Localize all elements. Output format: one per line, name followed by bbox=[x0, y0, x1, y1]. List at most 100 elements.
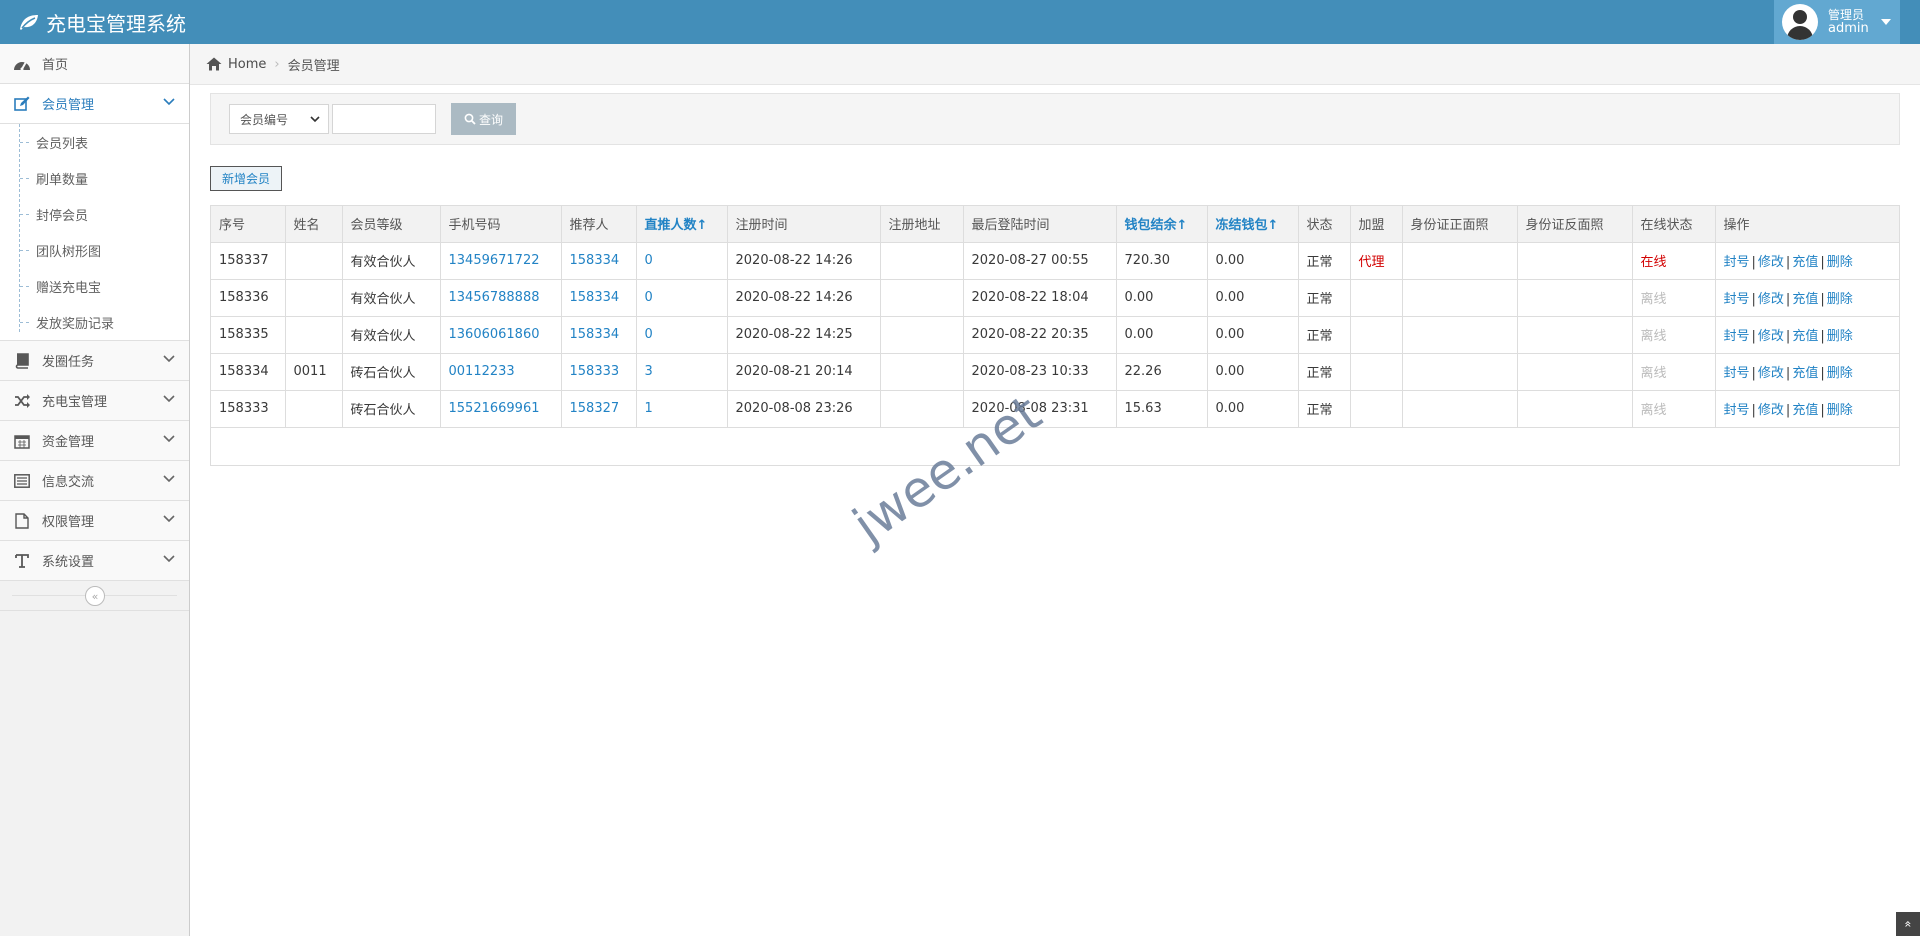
cell-reg-addr bbox=[880, 242, 964, 280]
sidebar-item-label: 资金管理 bbox=[42, 435, 95, 450]
direct-count-link[interactable]: 1 bbox=[645, 401, 653, 416]
delete-link[interactable]: 删除 bbox=[1827, 292, 1853, 307]
sidebar-item-tasks[interactable]: 发圈任务 bbox=[0, 341, 189, 381]
phone-link[interactable]: 00112233 bbox=[449, 364, 515, 379]
cell-name bbox=[285, 279, 343, 317]
edit-link[interactable]: 修改 bbox=[1758, 403, 1784, 418]
col-header-status: 状态 bbox=[1298, 206, 1351, 243]
dashboard-icon bbox=[12, 54, 32, 74]
sidebar: 首页 会员管理 会员列表 刷单数量 封停会员 团队树形图 赠送充电宝 发放奖励记… bbox=[0, 44, 190, 936]
search-input[interactable] bbox=[332, 104, 436, 134]
recharge-link[interactable]: 充值 bbox=[1792, 255, 1818, 270]
col-header-name: 姓名 bbox=[285, 206, 343, 243]
breadcrumb-home[interactable]: Home bbox=[228, 57, 266, 72]
recharge-link[interactable]: 充值 bbox=[1792, 292, 1818, 307]
edit-link[interactable]: 修改 bbox=[1758, 292, 1784, 307]
submenu-gift-powerbank[interactable]: 赠送充电宝 bbox=[0, 268, 189, 304]
ban-link[interactable]: 封号 bbox=[1724, 366, 1750, 381]
cell-online: 离线 bbox=[1632, 353, 1716, 391]
col-header-join: 加盟 bbox=[1350, 206, 1403, 243]
list-alt-icon bbox=[12, 471, 32, 491]
phone-link[interactable]: 13606061860 bbox=[449, 327, 540, 342]
cell-wallet: 15.63 bbox=[1116, 390, 1208, 428]
search-field-select[interactable]: 会员编号 bbox=[229, 104, 329, 134]
col-header-actions: 操作 bbox=[1715, 206, 1899, 243]
phone-link[interactable]: 13456788888 bbox=[449, 290, 540, 305]
direct-count-link[interactable]: 0 bbox=[645, 253, 653, 268]
scroll-top-button[interactable]: » bbox=[1896, 912, 1920, 936]
user-name: admin bbox=[1828, 21, 1869, 36]
cell-wallet: 720.30 bbox=[1116, 242, 1208, 280]
phone-link[interactable]: 13459671722 bbox=[449, 253, 540, 268]
recharge-link[interactable]: 充值 bbox=[1792, 403, 1818, 418]
col-header-referrer: 推荐人 bbox=[561, 206, 637, 243]
direct-count-link[interactable]: 0 bbox=[645, 290, 653, 305]
submenu-member-list[interactable]: 会员列表 bbox=[0, 124, 189, 160]
recharge-link[interactable]: 充值 bbox=[1792, 366, 1818, 381]
referrer-link[interactable]: 158334 bbox=[570, 253, 620, 268]
ban-link[interactable]: 封号 bbox=[1724, 255, 1750, 270]
cell-id-back bbox=[1517, 390, 1633, 428]
ban-link[interactable]: 封号 bbox=[1724, 403, 1750, 418]
search-panel: 会员编号 查询 bbox=[210, 93, 1900, 145]
brand[interactable]: 充电宝管理系统 bbox=[18, 0, 186, 44]
sidebar-item-home[interactable]: 首页 bbox=[0, 44, 189, 84]
double-angle-left-icon[interactable]: « bbox=[85, 586, 105, 606]
delete-link[interactable]: 删除 bbox=[1827, 403, 1853, 418]
referrer-link[interactable]: 158334 bbox=[570, 290, 620, 305]
cell-id: 158336 bbox=[211, 279, 286, 317]
user-menu[interactable]: 管理员 admin bbox=[1774, 0, 1900, 44]
delete-link[interactable]: 删除 bbox=[1827, 255, 1853, 270]
ban-link[interactable]: 封号 bbox=[1724, 329, 1750, 344]
member-table: 序号 姓名 会员等级 手机号码 推荐人 直推人数↑ 注册时间 注册地址 最后登陆… bbox=[211, 206, 1899, 428]
search-button-label: 查询 bbox=[478, 112, 503, 127]
phone-link[interactable]: 15521669961 bbox=[449, 401, 540, 416]
direct-count-link[interactable]: 0 bbox=[645, 327, 653, 342]
col-header-wallet-sort[interactable]: 钱包结余↑ bbox=[1116, 206, 1208, 243]
col-header-online: 在线状态 bbox=[1632, 206, 1716, 243]
book-icon bbox=[12, 351, 32, 371]
referrer-link[interactable]: 158327 bbox=[570, 401, 620, 416]
sidebar-item-label: 权限管理 bbox=[42, 515, 95, 530]
cell-reg-addr bbox=[880, 316, 964, 354]
referrer-link[interactable]: 158333 bbox=[570, 364, 620, 379]
cell-last-login: 2020-08-22 20:35 bbox=[963, 316, 1117, 354]
cell-actions: 封号 | 修改 | 充值 | 删除 bbox=[1715, 279, 1899, 317]
avatar bbox=[1782, 4, 1818, 40]
cell-wallet: 0.00 bbox=[1116, 316, 1208, 354]
edit-link[interactable]: 修改 bbox=[1758, 255, 1784, 270]
sidebar-item-settings[interactable]: 系统设置 bbox=[0, 541, 189, 581]
sidebar-item-powerbank[interactable]: 充电宝管理 bbox=[0, 381, 189, 421]
referrer-link[interactable]: 158334 bbox=[570, 327, 620, 342]
top-navbar: 充电宝管理系统 管理员 admin bbox=[0, 0, 1920, 44]
table-row: 158334 0011 砖石合伙人 00112233 158333 3 2020… bbox=[211, 353, 1899, 391]
cell-id-back bbox=[1517, 279, 1633, 317]
col-header-last-login: 最后登陆时间 bbox=[963, 206, 1117, 243]
delete-link[interactable]: 删除 bbox=[1827, 329, 1853, 344]
edit-link[interactable]: 修改 bbox=[1758, 329, 1784, 344]
recharge-link[interactable]: 充值 bbox=[1792, 329, 1818, 344]
col-header-id-back: 身份证反面照 bbox=[1517, 206, 1633, 243]
sidebar-item-permissions[interactable]: 权限管理 bbox=[0, 501, 189, 541]
add-member-button[interactable]: 新增会员 bbox=[210, 166, 282, 191]
direct-count-link[interactable]: 3 bbox=[645, 364, 653, 379]
table-row: 158335 有效合伙人 13606061860 158334 0 2020-0… bbox=[211, 316, 1899, 354]
chevron-down-icon bbox=[163, 395, 175, 403]
edit-link[interactable]: 修改 bbox=[1758, 366, 1784, 381]
cell-level: 砖石合伙人 bbox=[342, 390, 441, 428]
sidebar-item-finance[interactable]: 资金管理 bbox=[0, 421, 189, 461]
search-button[interactable]: 查询 bbox=[451, 103, 516, 135]
col-header-direct-sort[interactable]: 直推人数↑ bbox=[636, 206, 728, 243]
submenu-order-count[interactable]: 刷单数量 bbox=[0, 160, 189, 196]
cell-online: 离线 bbox=[1632, 316, 1716, 354]
submenu-reward-records[interactable]: 发放奖励记录 bbox=[0, 304, 189, 340]
col-header-reg-addr: 注册地址 bbox=[880, 206, 964, 243]
sidebar-item-members[interactable]: 会员管理 bbox=[0, 84, 189, 124]
delete-link[interactable]: 删除 bbox=[1827, 366, 1853, 381]
submenu-banned-members[interactable]: 封停会员 bbox=[0, 196, 189, 232]
sidebar-item-messages[interactable]: 信息交流 bbox=[0, 461, 189, 501]
col-header-frozen-sort[interactable]: 冻结钱包↑ bbox=[1207, 206, 1299, 243]
submenu-team-tree[interactable]: 团队树形图 bbox=[0, 232, 189, 268]
ban-link[interactable]: 封号 bbox=[1724, 292, 1750, 307]
cell-level: 有效合伙人 bbox=[342, 316, 441, 354]
